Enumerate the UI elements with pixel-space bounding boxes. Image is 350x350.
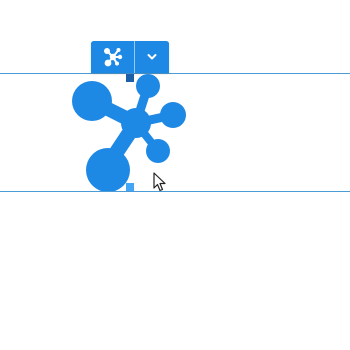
shape-options-dropdown-button[interactable] [134, 41, 169, 73]
bottom-resize-handle[interactable] [126, 183, 134, 191]
chevron-down-icon [147, 54, 157, 60]
selected-molecule-shape[interactable] [60, 73, 195, 192]
molecule-shape-icon [72, 74, 186, 192]
top-resize-handle[interactable] [126, 74, 134, 82]
mouse-pointer-icon [153, 172, 166, 192]
molecule-shape-icon [103, 48, 122, 67]
shape-toolbar [91, 41, 169, 73]
editor-canvas[interactable] [0, 0, 350, 350]
shape-style-button[interactable] [91, 41, 134, 73]
selection-guide-bottom [0, 191, 350, 192]
